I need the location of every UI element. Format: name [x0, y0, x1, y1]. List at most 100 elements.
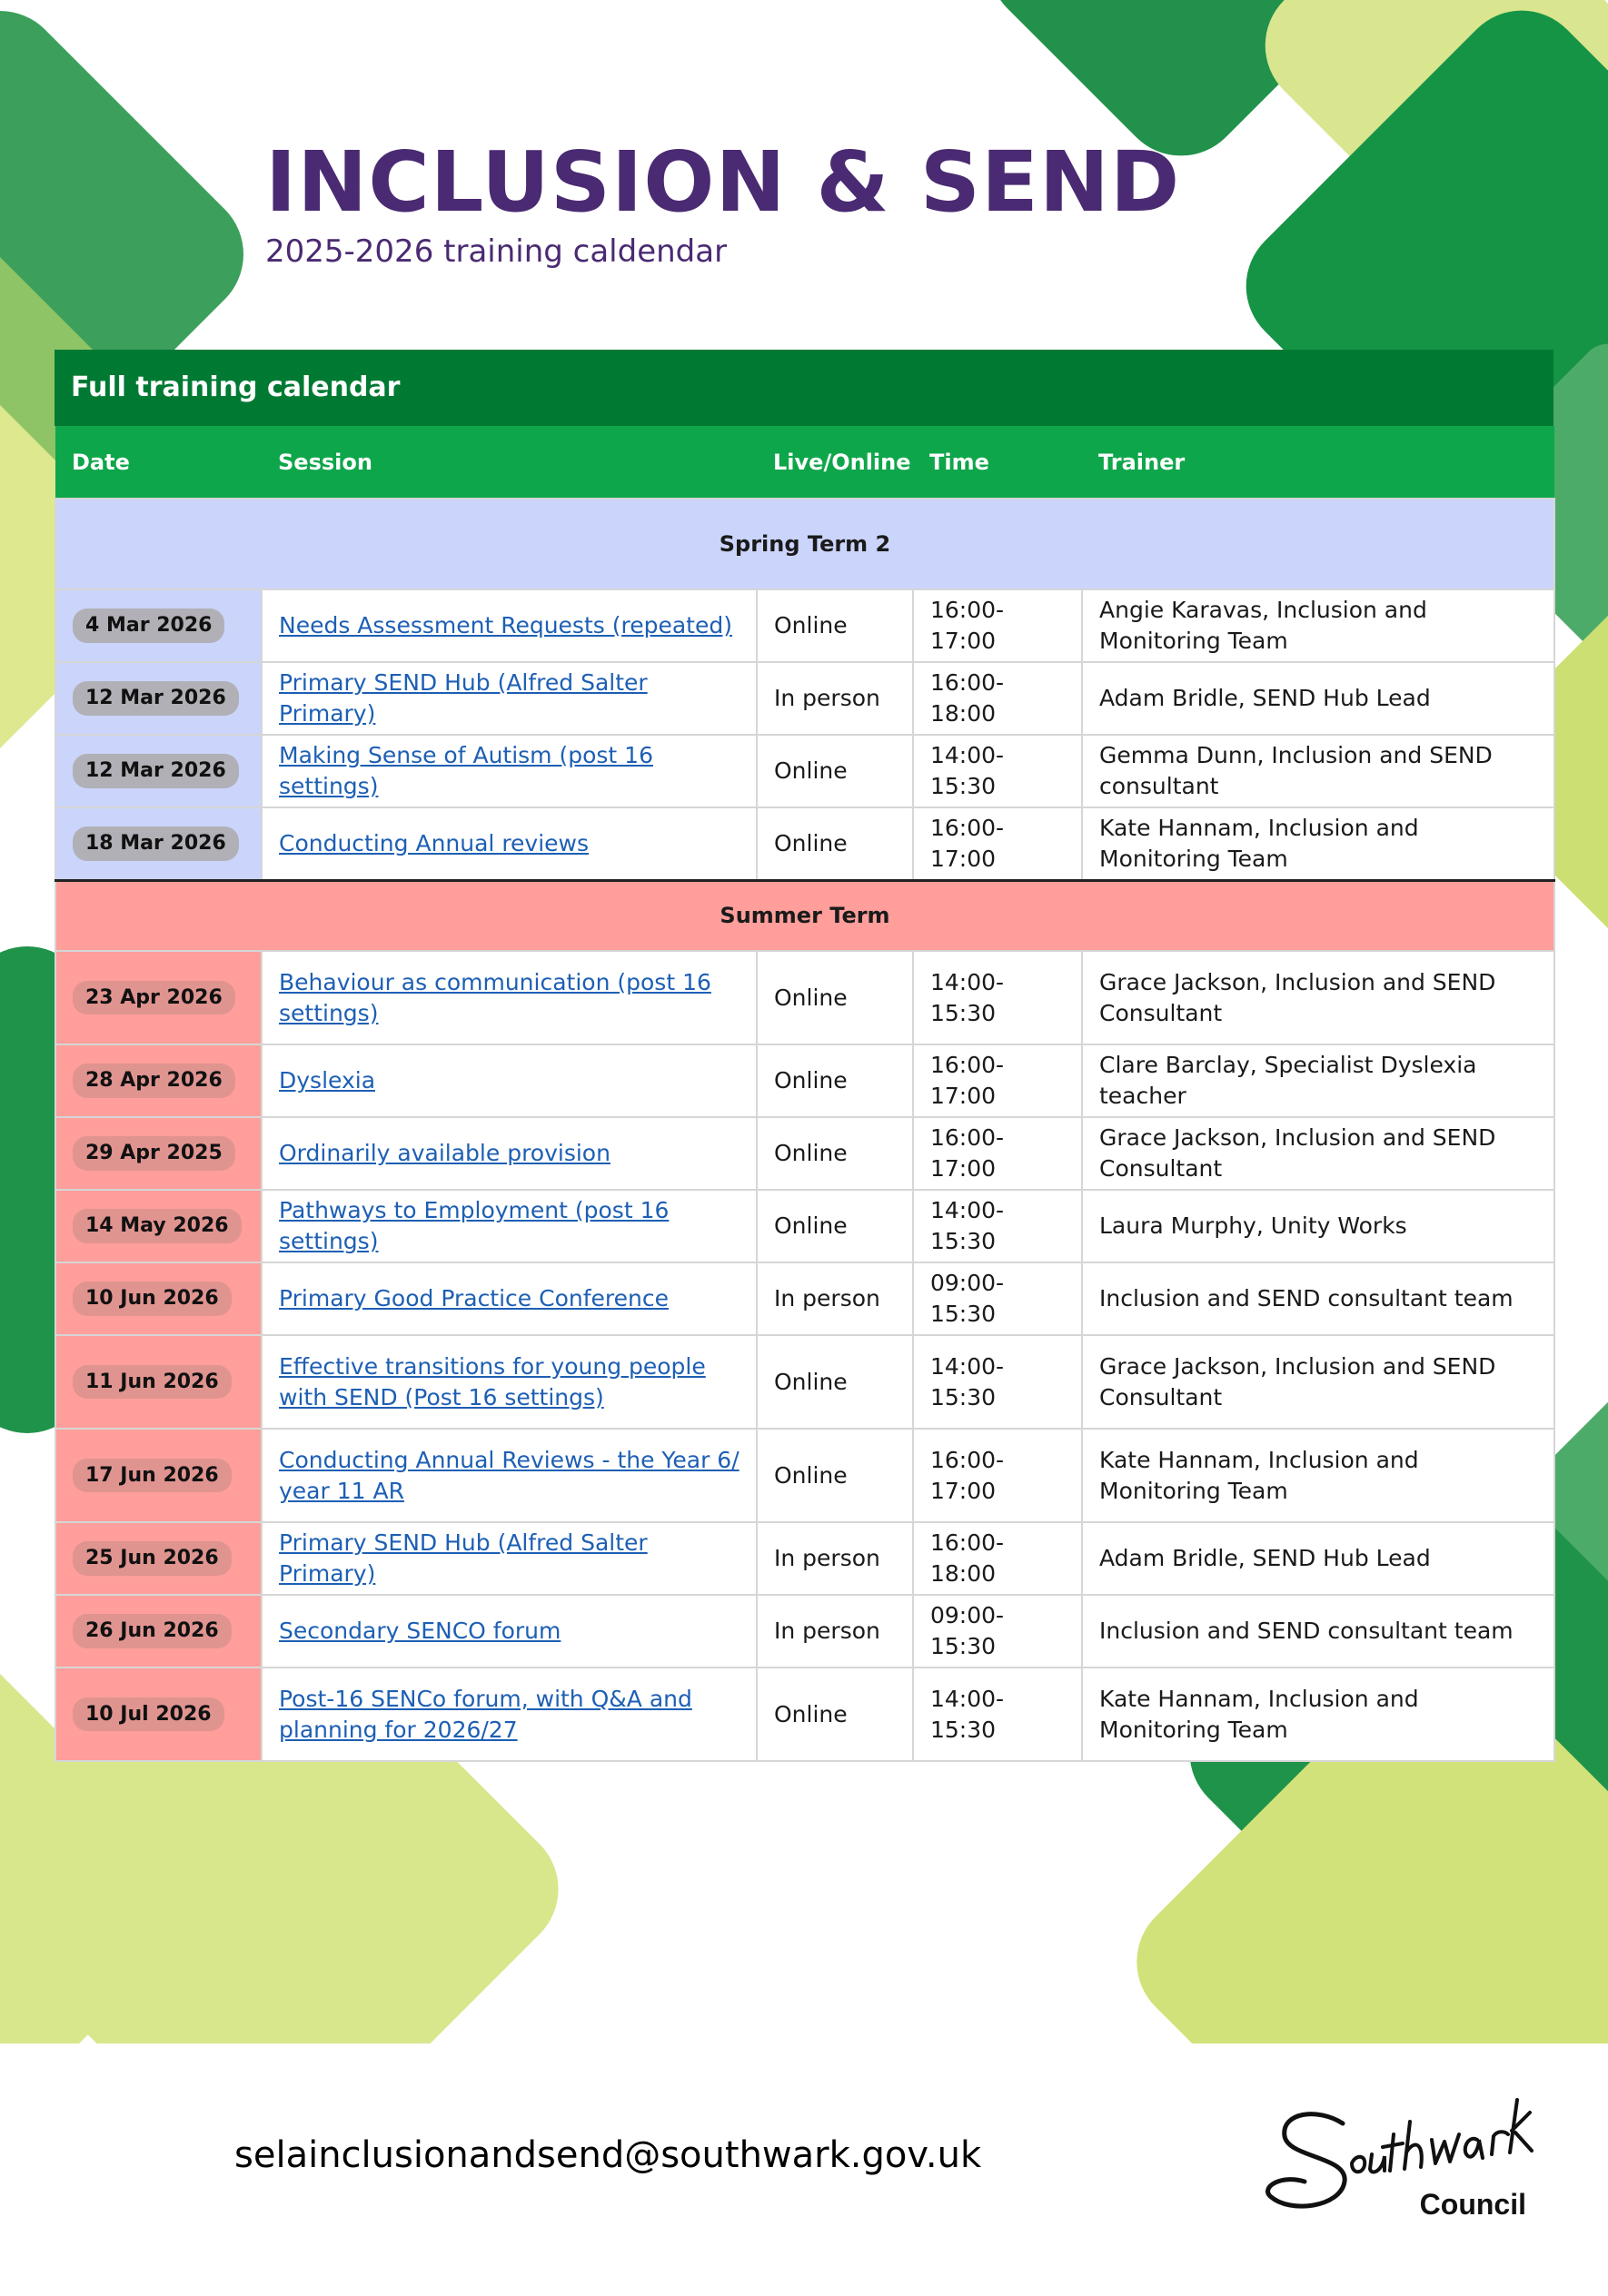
date-badge: 29 Apr 2025 [73, 1136, 235, 1171]
session-cell: Conducting Annual Reviews - the Year 6/ … [261, 1428, 758, 1523]
session-cell: Primary Good Practice Conference [261, 1262, 758, 1336]
session-row: 14 May 2026 Pathways to Employment (post … [55, 1189, 1555, 1263]
session-row: 28 Apr 2026 Dyslexia Online 16:00-17:00 Clar… [55, 1044, 1555, 1118]
session-link[interactable]: Post-16 SENCo forum, with Q&A and planni… [279, 1686, 692, 1743]
calendar-body: Spring Term 2 4 Mar 2026 Needs Assessment … [55, 498, 1555, 1762]
trainer-cell: Inclusion and SEND consultant team [1081, 1262, 1555, 1336]
date-badge: 25 Jun 2026 [73, 1541, 232, 1576]
mode-cell: In person [756, 661, 914, 736]
date-badge: 11 Jun 2026 [73, 1364, 232, 1400]
date-badge: 4 Mar 2026 [73, 609, 225, 643]
date-badge: 28 Apr 2026 [73, 1064, 235, 1098]
date-cell: 17 Jun 2026 [55, 1428, 263, 1523]
session-link[interactable]: Pathways to Employment (post 16 settings… [279, 1197, 669, 1254]
trainer-cell: Angie Karavas, Inclusion and Monitoring … [1081, 589, 1555, 663]
session-link[interactable]: Conducting Annual Reviews - the Year 6/ … [279, 1447, 739, 1504]
mode-cell: Online [756, 1334, 914, 1430]
session-cell: Secondary SENCO forum [261, 1594, 758, 1668]
trainer-cell: Kate Hannam, Inclusion and Monitoring Te… [1081, 1667, 1555, 1762]
session-link[interactable]: Conducting Annual reviews [279, 830, 589, 856]
date-badge: 17 Jun 2026 [73, 1458, 232, 1493]
session-cell: Effective transitions for young people w… [261, 1334, 758, 1430]
session-row: 12 Mar 2026 Making Sense of Autism (post … [55, 734, 1555, 808]
session-link[interactable]: Primary SEND Hub (Alfred Salter Primary) [279, 1529, 648, 1587]
date-cell: 29 Apr 2025 [55, 1116, 263, 1191]
time-cell: 16:00-17:00 [912, 1428, 1083, 1523]
mode-cell: Online [756, 1189, 914, 1263]
calendar-heading: Full training calendar [55, 350, 1553, 426]
session-cell: Ordinarily available provision [261, 1116, 758, 1191]
session-row: 18 Mar 2026 Conducting Annual reviews Onli… [55, 807, 1555, 881]
session-link[interactable]: Secondary SENCO forum [279, 1618, 561, 1644]
trainer-cell: Clare Barclay, Specialist Dyslexia teach… [1081, 1044, 1555, 1118]
calendar-table: Date Session Live/Online Time Trainer Sp… [55, 426, 1555, 1762]
mode-cell: Online [756, 1044, 914, 1118]
mode-cell: In person [756, 1262, 914, 1336]
date-cell: 26 Jun 2026 [55, 1594, 263, 1668]
time-cell: 16:00-17:00 [912, 1044, 1083, 1118]
trainer-cell: Laura Murphy, Unity Works [1081, 1189, 1555, 1263]
contact-email[interactable]: selainclusionandsend@southwark.gov.uk [234, 2134, 981, 2176]
session-cell: Pathways to Employment (post 16 settings… [261, 1189, 758, 1263]
date-badge: 10 Jun 2026 [73, 1282, 232, 1316]
southwark-council-logo: Council [1266, 2098, 1534, 2221]
mode-cell: Online [756, 1116, 914, 1191]
date-cell: 11 Jun 2026 [55, 1334, 263, 1430]
date-badge: 23 Apr 2026 [73, 980, 235, 1015]
svg-text:Council: Council [1420, 2188, 1526, 2221]
training-calendar: Full training calendar Date Session Live… [55, 350, 1555, 1762]
session-row: 11 Jun 2026 Effective transitions for you… [55, 1334, 1555, 1430]
time-cell: 16:00-18:00 [912, 1521, 1083, 1596]
mode-cell: Online [756, 807, 914, 881]
session-cell: Primary SEND Hub (Alfred Salter Primary) [261, 661, 758, 736]
date-cell: 10 Jul 2026 [55, 1667, 263, 1762]
trainer-cell: Kate Hannam, Inclusion and Monitoring Te… [1081, 807, 1555, 881]
date-cell: 4 Mar 2026 [55, 589, 263, 663]
trainer-cell: Kate Hannam, Inclusion and Monitoring Te… [1081, 1428, 1555, 1523]
session-link[interactable]: Behaviour as communication (post 16 sett… [279, 969, 711, 1026]
trainer-cell: Adam Bridle, SEND Hub Lead [1081, 661, 1555, 736]
time-cell: 09:00-15:30 [912, 1262, 1083, 1336]
column-header-mode: Live/Online [757, 426, 913, 499]
session-cell: Making Sense of Autism (post 16 settings… [261, 734, 758, 808]
date-cell: 14 May 2026 [55, 1189, 263, 1263]
date-badge: 18 Mar 2026 [73, 826, 239, 861]
session-cell: Post-16 SENCo forum, with Q&A and planni… [261, 1667, 758, 1762]
page-title: INCLUSION & SEND [265, 134, 1181, 231]
date-badge: 12 Mar 2026 [73, 754, 239, 788]
date-cell: 18 Mar 2026 [55, 807, 263, 881]
session-link[interactable]: Primary SEND Hub (Alfred Salter Primary) [279, 669, 648, 727]
time-cell: 14:00-15:30 [912, 1334, 1083, 1430]
time-cell: 16:00-17:00 [912, 1116, 1083, 1191]
date-badge: 10 Jul 2026 [73, 1697, 224, 1732]
mode-cell: Online [756, 1667, 914, 1762]
time-cell: 16:00-17:00 [912, 807, 1083, 881]
session-row: 10 Jul 2026 Post-16 SENCo forum, with Q&A… [55, 1667, 1555, 1762]
mode-cell: Online [756, 1428, 914, 1523]
column-header-trainer: Trainer [1082, 426, 1554, 499]
time-cell: 16:00-17:00 [912, 589, 1083, 663]
date-cell: 12 Mar 2026 [55, 734, 263, 808]
date-cell: 12 Mar 2026 [55, 661, 263, 736]
session-link[interactable]: Making Sense of Autism (post 16 settings… [279, 742, 653, 799]
term-label: Spring Term 2 [55, 498, 1555, 590]
session-row: 4 Mar 2026 Needs Assessment Requests (rep… [55, 589, 1555, 663]
mode-cell: In person [756, 1521, 914, 1596]
session-row: 29 Apr 2025 Ordinarily available provisio… [55, 1116, 1555, 1191]
column-header-date: Date [55, 426, 262, 499]
session-cell: Conducting Annual reviews [261, 807, 758, 881]
session-row: 17 Jun 2026 Conducting Annual Reviews - t… [55, 1428, 1555, 1523]
mode-cell: Online [756, 589, 914, 663]
session-link[interactable]: Needs Assessment Requests (repeated) [279, 612, 732, 638]
trainer-cell: Gemma Dunn, Inclusion and SEND consultan… [1081, 734, 1555, 808]
column-header-time: Time [913, 426, 1082, 499]
session-row: 25 Jun 2026 Primary SEND Hub (Alfred Salt… [55, 1521, 1555, 1596]
term-label: Summer Term [55, 878, 1555, 952]
session-link[interactable]: Primary Good Practice Conference [279, 1285, 669, 1311]
session-link[interactable]: Ordinarily available provision [279, 1140, 610, 1166]
time-cell: 16:00-18:00 [912, 661, 1083, 736]
session-row: 26 Jun 2026 Secondary SENCO forum In perso… [55, 1594, 1555, 1668]
mode-cell: In person [756, 1594, 914, 1668]
session-link[interactable]: Effective transitions for young people w… [279, 1353, 706, 1410]
session-link[interactable]: Dyslexia [279, 1067, 375, 1094]
